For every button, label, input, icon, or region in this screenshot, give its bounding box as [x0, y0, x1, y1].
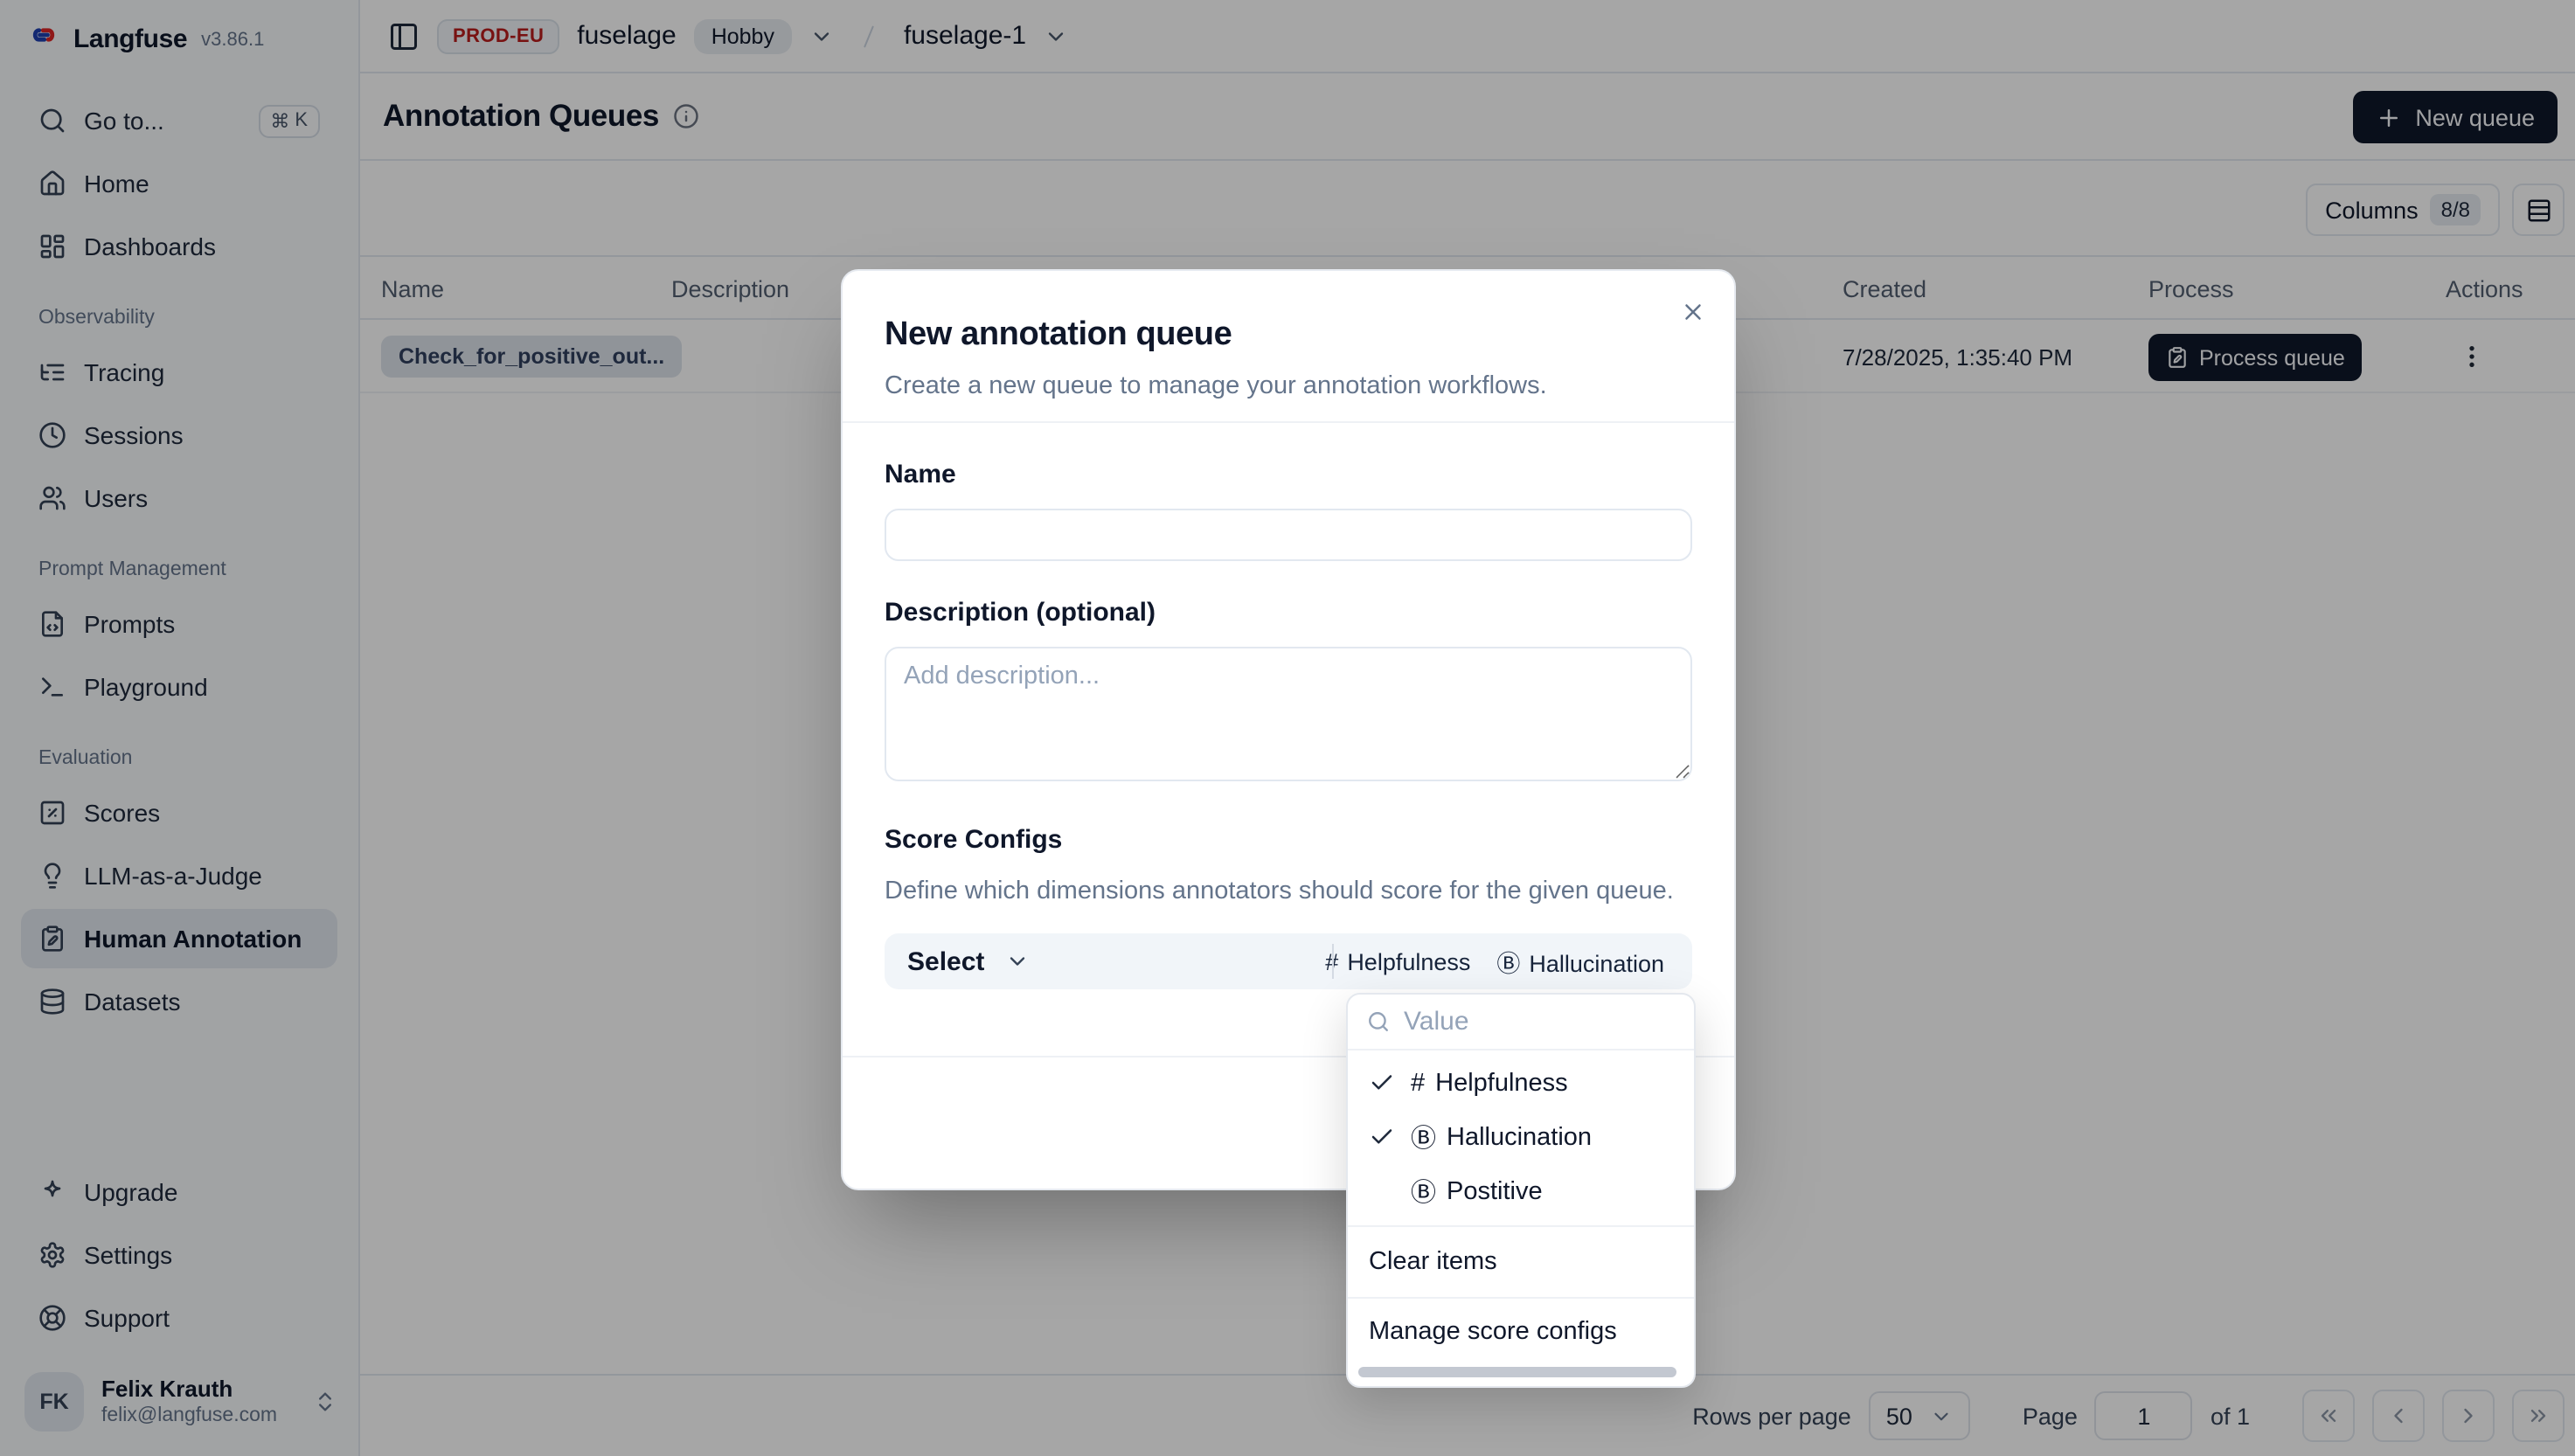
select-divider	[1332, 944, 1334, 979]
dialog-header-divider	[843, 421, 1734, 423]
selected-config-label: Helpfulness	[1347, 948, 1470, 974]
queue-name-input[interactable]	[885, 509, 1692, 561]
manage-score-configs-button[interactable]: Manage score configs	[1348, 1299, 1694, 1365]
boolean-type-icon: Ⓑ	[1411, 1119, 1436, 1155]
selected-config-helpfulness: #Helpfulness	[1325, 948, 1470, 974]
option-helpfulness[interactable]: # Helpfulness	[1348, 1056, 1694, 1110]
queue-description-textarea[interactable]	[885, 647, 1692, 781]
selected-config-hallucination: Ⓑ Hallucination	[1496, 944, 1664, 979]
option-label: Hallucination	[1447, 1123, 1592, 1151]
boolean-type-icon: Ⓑ	[1411, 1173, 1436, 1210]
select-label: Select	[907, 946, 984, 976]
clear-items-button[interactable]: Clear items	[1348, 1227, 1694, 1297]
description-field-label: Description (optional)	[885, 598, 1692, 629]
search-icon	[1367, 1010, 1390, 1033]
dropdown-search-row	[1348, 995, 1694, 1050]
selected-config-label: Hallucination	[1529, 951, 1664, 977]
score-configs-description: Define which dimensions annotators shoul…	[885, 874, 1692, 909]
check-icon	[1369, 1070, 1395, 1096]
option-label: Postitive	[1447, 1177, 1543, 1205]
close-icon[interactable]	[1680, 299, 1706, 325]
dropdown-options: # Helpfulness Ⓑ Hallucination Ⓑ Postitiv…	[1348, 1050, 1694, 1225]
score-configs-label: Score Configs	[885, 825, 1692, 856]
score-configs-select[interactable]: Select #Helpfulness Ⓑ Hallucination	[885, 933, 1692, 989]
dialog-title: New annotation queue	[885, 313, 1692, 358]
horizontal-scrollbar-thumb[interactable]	[1358, 1367, 1676, 1377]
selected-score-configs: #Helpfulness Ⓑ Hallucination	[1325, 944, 1692, 979]
dialog-subtitle: Create a new queue to manage your annota…	[885, 369, 1692, 404]
score-configs-dropdown: # Helpfulness Ⓑ Hallucination Ⓑ Postitiv…	[1346, 993, 1696, 1388]
option-label: Helpfulness	[1435, 1069, 1568, 1097]
name-field-label: Name	[885, 460, 1692, 491]
app-root: Langfuse v3.86.1 Go to... ⌘ K Home Dashb…	[0, 0, 2575, 1456]
numeric-type-icon: #	[1411, 1069, 1425, 1097]
boolean-type-icon: Ⓑ	[1496, 951, 1520, 977]
chevron-down-icon	[1005, 949, 1030, 974]
option-hallucination[interactable]: Ⓑ Hallucination	[1348, 1110, 1694, 1164]
option-postitive[interactable]: Ⓑ Postitive	[1348, 1164, 1694, 1218]
check-icon	[1369, 1124, 1395, 1150]
select-trigger[interactable]: Select	[885, 946, 1052, 976]
dropdown-search-input[interactable]	[1404, 1007, 1675, 1037]
